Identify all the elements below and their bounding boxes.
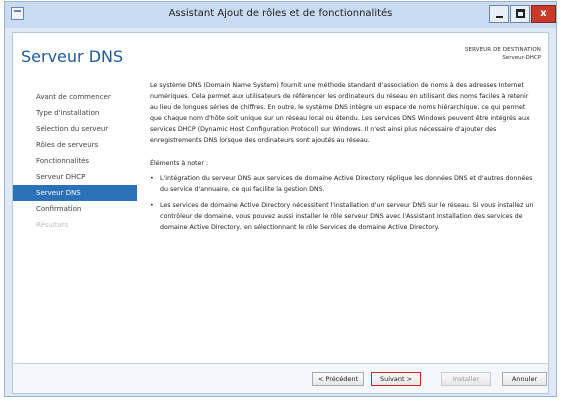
install-button: Installer xyxy=(441,372,491,386)
wizard-footer: < Précédent Suivant > Installer Annuler xyxy=(13,364,548,393)
close-button[interactable]: x xyxy=(531,5,556,23)
window-title: Assistant Ajout de rôles et de fonctionn… xyxy=(168,8,393,19)
nav-item-type-installation[interactable]: Type d'installation xyxy=(13,105,137,121)
nav-item-roles-serveurs[interactable]: Rôles de serveurs xyxy=(13,137,137,153)
nav-item-confirmation[interactable]: Confirmation xyxy=(13,201,137,217)
nav-item-serveur-dhcp[interactable]: Serveur DHCP xyxy=(13,169,137,185)
notes-heading: Éléments à noter : xyxy=(150,160,209,168)
nav-item-avant-de-commencer[interactable]: Avant de commencer xyxy=(13,89,137,105)
wizard-window: Assistant Ajout de rôles et de fonctionn… xyxy=(4,1,557,397)
note-item: • Les services de domaine Active Directo… xyxy=(150,201,534,234)
bullet-icon: • xyxy=(150,202,154,210)
minimize-button[interactable] xyxy=(489,5,509,23)
destination-server-name: Serveur-DHCP xyxy=(502,55,541,61)
cancel-button[interactable]: Annuler xyxy=(502,372,547,386)
nav-item-fonctionnalites[interactable]: Fonctionnalités xyxy=(13,153,137,169)
nav-item-selection-serveur[interactable]: Sélection du serveur xyxy=(13,121,137,137)
note-text: L'intégration du serveur DNS aux service… xyxy=(160,175,533,194)
intro-paragraph: Le système DNS (Domain Name System) four… xyxy=(150,82,530,144)
note-item: • L'intégration du serveur DNS aux servi… xyxy=(150,174,534,196)
destination-server-label: SERVEUR DE DESTINATION xyxy=(464,47,541,53)
bullet-icon: • xyxy=(150,175,154,183)
wizard-client-area: Serveur DNS SERVEUR DE DESTINATION Serve… xyxy=(12,32,549,394)
page-title: Serveur DNS xyxy=(21,47,124,66)
note-text: Les services de domaine Active Directory… xyxy=(160,202,534,232)
wizard-nav: Avant de commencer Type d'installation S… xyxy=(13,89,137,233)
title-bar[interactable]: Assistant Ajout de rôles et de fonctionn… xyxy=(5,2,556,28)
content-panel: Le système DNS (Domain Name System) four… xyxy=(150,81,534,234)
next-button[interactable]: Suivant > xyxy=(371,372,421,386)
previous-button[interactable]: < Précédent xyxy=(312,372,364,386)
maximize-button[interactable] xyxy=(510,5,530,23)
nav-item-serveur-dns[interactable]: Serveur DNS xyxy=(13,185,137,201)
nav-item-resultats: Résultats xyxy=(36,221,69,229)
